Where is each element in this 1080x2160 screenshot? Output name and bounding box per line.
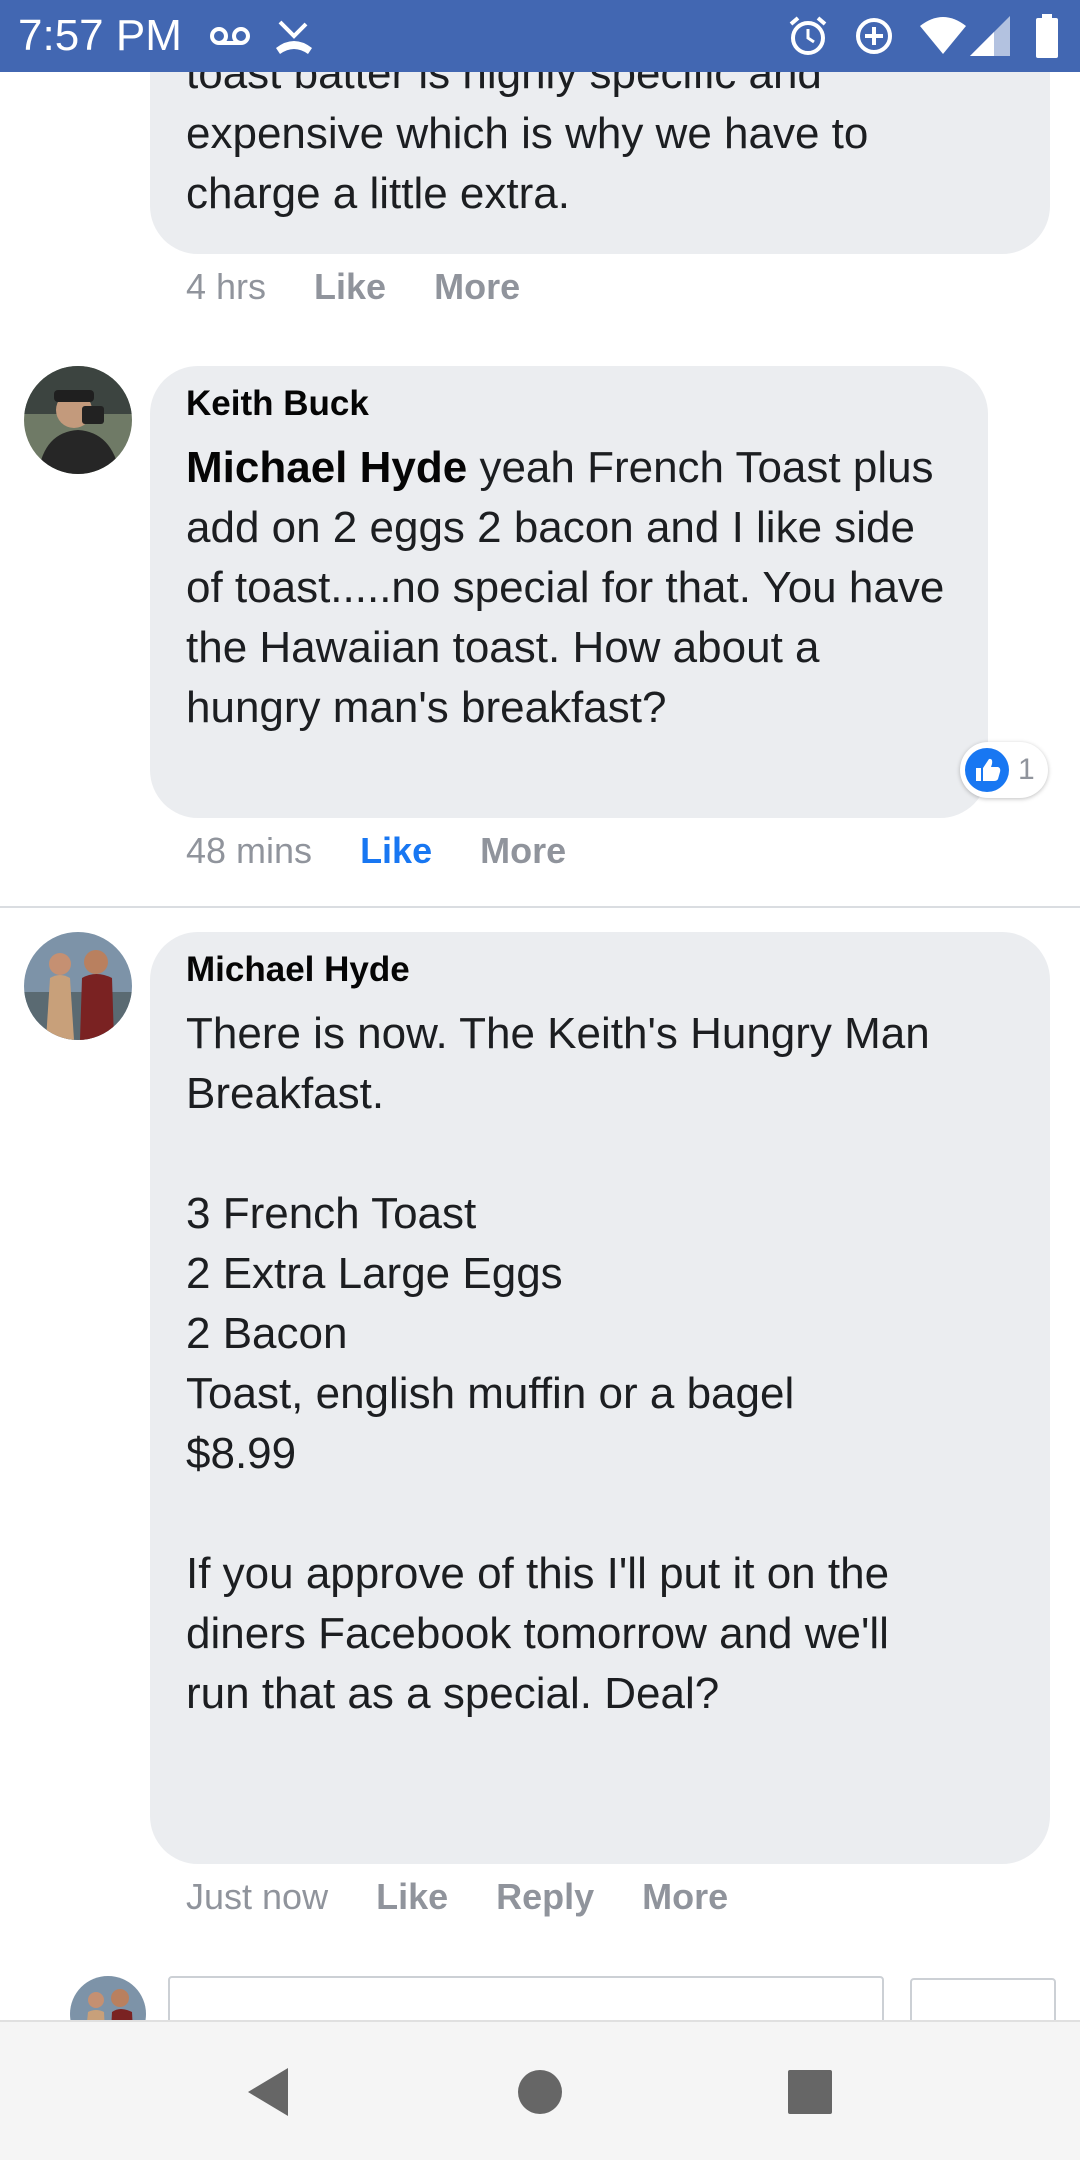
comment-input[interactable] <box>168 1976 884 2020</box>
like-reaction-icon <box>965 748 1009 792</box>
comment-timestamp: 4 hrs <box>186 266 267 307</box>
more-button[interactable]: More <box>480 830 566 872</box>
reaction-badge[interactable]: 1 <box>960 742 1048 798</box>
comment-bubble[interactable]: toast batter is highly specific and expe… <box>150 72 1050 254</box>
mention-link[interactable]: Michael Hyde <box>186 443 467 492</box>
voicemail-icon <box>210 27 250 45</box>
signal-icon <box>970 16 1010 56</box>
missed-call-icon <box>276 20 312 54</box>
wifi-icon <box>920 17 966 54</box>
comment-text: Michael Hyde yeah French Toast plus add … <box>186 438 956 738</box>
comment-text: There is now. The Keith's Hungry Man Bre… <box>186 1009 930 1718</box>
recents-icon[interactable] <box>780 2062 840 2122</box>
comment-bubble[interactable]: Michael Hyde There is now. The Keith's H… <box>150 932 1050 1864</box>
comment-actions: 4 hrs Like More <box>186 266 520 308</box>
back-icon[interactable] <box>240 2062 300 2122</box>
comment-author[interactable]: Keith Buck <box>186 384 369 424</box>
home-icon[interactable] <box>510 2062 570 2122</box>
composer-avatar <box>70 1976 146 2020</box>
reaction-count: 1 <box>1018 753 1035 786</box>
comment-timestamp: Just now <box>186 1876 329 1917</box>
more-button[interactable]: More <box>642 1876 728 1918</box>
comment-bubble[interactable]: Keith Buck Michael Hyde yeah French Toas… <box>150 366 988 818</box>
alarm-icon <box>789 16 827 55</box>
like-button[interactable]: Like <box>360 830 432 872</box>
avatar[interactable] <box>24 932 132 1040</box>
comment-author[interactable]: Michael Hyde <box>186 950 410 990</box>
more-button[interactable]: More <box>434 266 520 308</box>
reply-button[interactable]: Reply <box>496 1876 594 1918</box>
comments-list: toast batter is highly specific and expe… <box>0 72 1080 2020</box>
like-button[interactable]: Like <box>376 1876 448 1918</box>
battery-icon <box>1036 14 1058 58</box>
data-saver-icon <box>856 18 892 54</box>
comment-actions: Just now Like Reply More <box>186 1876 728 1918</box>
comment-actions: 48 mins Like More <box>186 830 566 872</box>
status-bar: 7:57 PM <box>0 0 1080 72</box>
avatar[interactable] <box>24 366 132 474</box>
navigation-bar <box>0 2020 1080 2160</box>
comment-timestamp: 48 mins <box>186 830 313 871</box>
status-time: 7:57 PM <box>18 11 182 60</box>
post-button[interactable] <box>910 1978 1056 2020</box>
divider <box>0 906 1080 908</box>
comment-text: toast batter is highly specific and expe… <box>186 72 869 218</box>
like-button[interactable]: Like <box>314 266 386 308</box>
